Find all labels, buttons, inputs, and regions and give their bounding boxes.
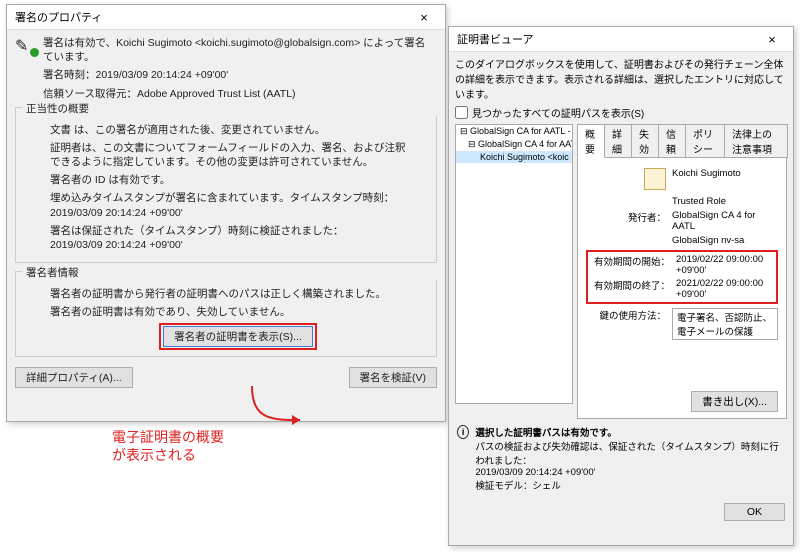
tree-row[interactable]: Koichi Sugimoto <koic xyxy=(456,151,572,163)
issuer-value: GlobalSign nv-sa xyxy=(672,235,778,246)
key-usage-label: 鍵の使用方法： xyxy=(586,308,672,340)
document-icon xyxy=(644,168,666,190)
arrow-icon xyxy=(192,380,312,432)
validity-highlight: 有効期間の開始：2019/02/22 09:00:00 +09'00' 有効期間… xyxy=(586,250,778,304)
model-value: シェル xyxy=(532,481,561,492)
signer-group: 署名者情報 署名者の証明書から発行者の証明書へのパスは正しく構築されました。 署… xyxy=(15,271,437,357)
signer-line: 署名者の証明書は有効であり、失効していません。 xyxy=(50,305,426,319)
validity-group: 正当性の概要 文書 は、この署名が適用された後、変更されていません。 証明者は、… xyxy=(15,107,437,263)
model-label: 検証モデル： xyxy=(475,481,532,492)
validity-line: 署名者の ID は有効です。 xyxy=(50,173,426,187)
validity-line: 文書 は、この署名が適用された後、変更されていません。 xyxy=(50,123,426,137)
signature-valid-icon: ✎ xyxy=(15,36,37,56)
signature-time: 署名時刻：2019/03/09 20:14:24 +09'00' xyxy=(43,68,437,82)
info-icon: i xyxy=(457,425,469,439)
instruction-text: このダイアログボックスを使用して、証明書およびその発行チェーン全体の詳細を表示で… xyxy=(449,52,793,105)
show-signer-cert-button[interactable]: 署名者の証明書を表示(S)... xyxy=(163,326,313,347)
validity-heading: 正当性の概要 xyxy=(22,101,442,116)
signature-properties-dialog: 署名のプロパティ × ✎ 署名は有効で、Koichi Sugimoto <koi… xyxy=(6,4,446,422)
status-title: 選択した証明書パスは有効です。 xyxy=(475,425,785,439)
annotation-text: 電子証明書の概要 が表示される xyxy=(112,428,224,464)
title: 署名のプロパティ xyxy=(15,9,409,25)
tab-revocation[interactable]: 失効 xyxy=(631,124,659,158)
tab-trust[interactable]: 信頼 xyxy=(658,124,686,158)
tree-row[interactable]: ⊟ GlobalSign CA 4 for AATL xyxy=(456,138,572,151)
status-block: 選択した証明書パスは有効です。 パスの検証および失効確認は、保証された（タイムス… xyxy=(475,425,785,492)
signed-by: 署名は有効で、Koichi Sugimoto <koichi.sugimoto@… xyxy=(43,36,437,50)
tab-legal[interactable]: 法律上の注意事項 xyxy=(724,124,788,158)
tab-policies[interactable]: ポリシー xyxy=(685,124,725,158)
signer-heading: 署名者情報 xyxy=(22,265,442,280)
key-usage-value: 電子署名、否認防止、電子メールの保護 xyxy=(672,308,778,340)
export-button[interactable]: 書き出し(X)... xyxy=(691,391,778,412)
show-all-paths-label: 見つかったすべての証明パスを表示(S) xyxy=(472,105,644,120)
close-icon[interactable]: × xyxy=(409,10,439,25)
show-cert-highlight: 署名者の証明書を表示(S)... xyxy=(159,323,317,350)
status-time: 2019/03/09 20:14:24 +09'00' xyxy=(475,467,785,478)
valid-to-value: 2021/02/22 09:00:00 +09'00' xyxy=(676,278,774,300)
cert-chain-tree[interactable]: ⊟ GlobalSign CA for AATL - SHA ⊟ GlobalS… xyxy=(455,124,573,404)
valid-to-label: 有効期間の終了： xyxy=(590,278,676,300)
titlebar: 証明書ビューア × xyxy=(449,27,793,52)
tree-row[interactable]: ⊟ GlobalSign CA for AATL - SHA xyxy=(456,125,572,138)
valid-from-label: 有効期間の開始： xyxy=(590,254,676,276)
certificate-viewer-dialog: 証明書ビューア × このダイアログボックスを使用して、証明書およびその発行チェー… xyxy=(448,26,794,546)
validity-line: 証明者は、この文書についてフォームフィールドの入力、署名、および注釈できるように… xyxy=(50,141,426,169)
cert-name: Koichi Sugimoto xyxy=(672,168,778,193)
issuer-value: GlobalSign CA 4 for AATL xyxy=(672,210,778,232)
titlebar: 署名のプロパティ × xyxy=(7,5,445,30)
status-line: パスの検証および失効確認は、保証された（タイムスタンプ）時刻に行われました： xyxy=(475,439,785,467)
tab-body: Koichi Sugimoto Trusted Role 発行者：GlobalS… xyxy=(577,157,787,419)
validity-line: 署名は保証された（タイムスタンプ）時刻に検証されました：2019/03/09 2… xyxy=(50,224,426,252)
issuer-label: 発行者： xyxy=(586,210,672,232)
advanced-properties-button[interactable]: 詳細プロパティ(A)... xyxy=(15,367,133,388)
title: 証明書ビューア xyxy=(457,31,757,47)
cert-role: Trusted Role xyxy=(672,196,778,207)
ok-button[interactable]: OK xyxy=(724,503,785,521)
trust-source: 信頼ソース取得元：Adobe Approved Trust List (AATL… xyxy=(43,87,437,101)
tab-summary[interactable]: 概要 xyxy=(577,124,605,158)
close-icon[interactable]: × xyxy=(757,32,787,47)
show-all-paths-checkbox[interactable] xyxy=(455,106,468,119)
tabs: 概要 詳細 失効 信頼 ポリシー 法律上の注意事項 xyxy=(577,124,787,158)
validity-line: 埋め込みタイムスタンプが署名に含まれています。タイムスタンプ時刻：2019/03… xyxy=(50,191,426,219)
verify-signature-button[interactable]: 署名を検証(V) xyxy=(349,367,438,388)
signer-line: 署名者の証明書から発行者の証明書へのパスは正しく構築されました。 xyxy=(50,287,426,301)
tab-details[interactable]: 詳細 xyxy=(604,124,632,158)
valid-from-value: 2019/02/22 09:00:00 +09'00' xyxy=(676,254,774,276)
